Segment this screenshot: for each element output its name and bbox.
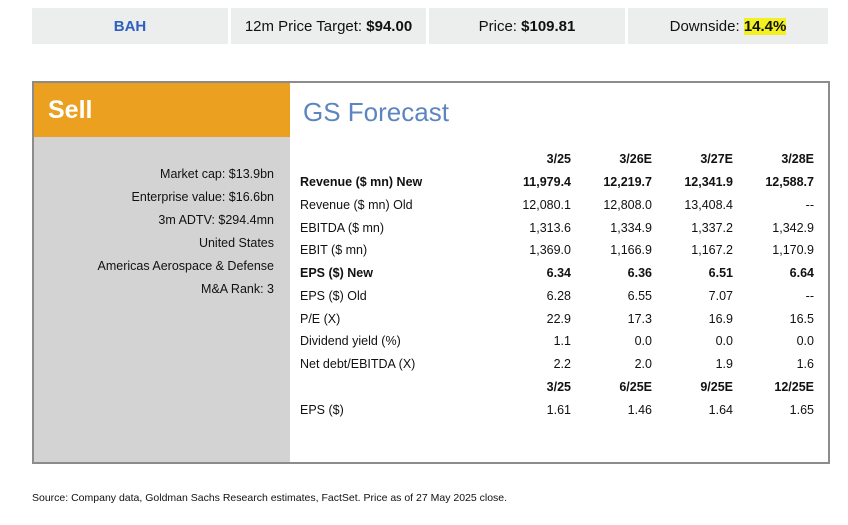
price-label: Price: xyxy=(478,17,517,35)
row-label: EBITDA ($ mn) xyxy=(300,220,385,235)
company-info-panel: Sell Market cap: $13.9bn Enterprise valu… xyxy=(34,83,290,462)
table-cell: 6.64 xyxy=(789,266,814,281)
table-cell: 12,808.0 xyxy=(603,197,652,212)
price-value: $109.81 xyxy=(521,17,576,35)
market-cap: Market cap: $13.9bn xyxy=(160,167,274,181)
ticker-cell: BAH xyxy=(32,8,228,44)
column-header: 3/25 xyxy=(546,379,571,394)
row-label: EPS ($) Old xyxy=(300,288,367,303)
table-cell: 2.2 xyxy=(553,357,571,372)
table-cell: 1.6 xyxy=(796,357,814,372)
table-row: EPS ($) 1.61 1.46 1.64 1.65 xyxy=(300,398,814,421)
table-cell: -- xyxy=(805,288,814,303)
table-cell: 1,167.2 xyxy=(691,243,733,258)
row-label: P/E (X) xyxy=(300,311,341,326)
table-cell: 6.55 xyxy=(627,288,652,303)
price-summary-bar: BAH 12m Price Target: $94.00 Price: $109… xyxy=(32,8,828,44)
table-row: EPS ($) New 6.34 6.36 6.51 6.64 xyxy=(300,262,814,285)
row-label: EPS ($) xyxy=(300,402,344,417)
column-header: 9/25E xyxy=(700,379,733,394)
table-cell: 6.36 xyxy=(627,266,652,281)
table-cell: 11,979.4 xyxy=(523,175,571,190)
table-row: P/E (X) 22.9 17.3 16.9 16.5 xyxy=(300,307,814,330)
sector: Americas Aerospace & Defense xyxy=(97,259,274,273)
table-cell: 6.34 xyxy=(546,266,571,281)
table-cell: 1.61 xyxy=(546,402,571,417)
quarter-header-row: 3/25 6/25E 9/25E 12/25E xyxy=(300,376,814,399)
enterprise-value: Enterprise value: $16.6bn xyxy=(131,190,274,204)
column-header: 3/26E xyxy=(619,152,652,167)
row-label: EPS ($) New xyxy=(300,266,373,281)
downside-label: Downside: xyxy=(669,17,740,35)
table-row: EBITDA ($ mn) 1,313.6 1,334.9 1,337.2 1,… xyxy=(300,216,814,239)
downside-cell: Downside: 14.4% xyxy=(628,8,828,44)
forecast-panel: GS Forecast 3/25 3/26E 3/27E 3/28E Reven… xyxy=(290,83,828,462)
forecast-heading: GS Forecast xyxy=(303,97,449,127)
table-cell: 1.9 xyxy=(715,357,733,372)
table-cell: 1.46 xyxy=(627,402,652,417)
column-header: 12/25E xyxy=(774,379,814,394)
table-row: Revenue ($ mn) New 11,979.4 12,219.7 12,… xyxy=(300,171,814,194)
table-cell: 12,341.9 xyxy=(684,175,733,190)
annual-header-row: 3/25 3/26E 3/27E 3/28E xyxy=(300,148,814,171)
table-cell: 1,337.2 xyxy=(691,220,733,235)
table-cell: 17.3 xyxy=(627,311,652,326)
table-cell: 1,369.0 xyxy=(529,243,571,258)
table-row: EBIT ($ mn) 1,369.0 1,166.9 1,167.2 1,17… xyxy=(300,239,814,262)
row-label: Revenue ($ mn) Old xyxy=(300,197,413,212)
table-cell: 1,342.9 xyxy=(772,220,814,235)
row-label: EBIT ($ mn) xyxy=(300,243,368,258)
column-header: 3/25 xyxy=(546,152,571,167)
table-cell: 16.5 xyxy=(789,311,814,326)
adtv: 3m ADTV: $294.4mn xyxy=(158,213,274,227)
company-meta: Market cap: $13.9bn Enterprise value: $1… xyxy=(34,163,290,301)
forecast-card: Sell Market cap: $13.9bn Enterprise valu… xyxy=(32,81,830,464)
table-cell: 1.64 xyxy=(708,402,733,417)
price-cell: Price: $109.81 xyxy=(429,8,625,44)
table-cell: 7.07 xyxy=(708,288,733,303)
price-target-value: $94.00 xyxy=(366,17,413,35)
table-cell: 12,588.7 xyxy=(765,175,814,190)
table-cell: 0.0 xyxy=(796,334,814,349)
table-cell: -- xyxy=(805,197,814,212)
table-cell: 2.0 xyxy=(634,357,652,372)
table-row: Net debt/EBITDA (X) 2.2 2.0 1.9 1.6 xyxy=(300,353,814,376)
table-cell: 1,334.9 xyxy=(610,220,652,235)
table-cell: 12,080.1 xyxy=(522,197,571,212)
table-cell: 6.28 xyxy=(546,288,571,303)
column-header: 3/27E xyxy=(700,152,733,167)
header-spacer xyxy=(300,376,490,399)
table-cell: 1.1 xyxy=(553,334,571,349)
row-label: Dividend yield (%) xyxy=(300,334,401,349)
source-note: Source: Company data, Goldman Sachs Rese… xyxy=(32,492,508,504)
header-spacer xyxy=(300,148,490,171)
table-cell: 16.9 xyxy=(708,311,733,326)
ticker-symbol[interactable]: BAH xyxy=(114,18,147,35)
table-cell: 22.9 xyxy=(546,311,571,326)
country: United States xyxy=(198,236,274,250)
table-cell: 1,313.6 xyxy=(529,220,571,235)
forecast-table: 3/25 3/26E 3/27E 3/28E Revenue ($ mn) Ne… xyxy=(300,148,814,421)
table-row: Revenue ($ mn) Old 12,080.1 12,808.0 13,… xyxy=(300,194,814,217)
table-cell: 13,408.4 xyxy=(684,197,733,212)
table-cell: 0.0 xyxy=(715,334,733,349)
table-cell: 0.0 xyxy=(634,334,652,349)
table-row: Dividend yield (%) 1.1 0.0 0.0 0.0 xyxy=(300,330,814,353)
table-cell: 6.51 xyxy=(708,266,733,281)
row-label: Revenue ($ mn) New xyxy=(300,175,423,190)
price-target-label: 12m Price Target: xyxy=(244,17,363,35)
table-cell: 1.65 xyxy=(789,402,814,417)
row-label: Net debt/EBITDA (X) xyxy=(300,357,416,372)
table-cell: 1,166.9 xyxy=(610,243,652,258)
downside-value: 14.4% xyxy=(743,17,787,35)
column-header: 3/28E xyxy=(781,152,814,167)
table-cell: 12,219.7 xyxy=(603,175,652,190)
column-header: 6/25E xyxy=(619,379,652,394)
table-row: EPS ($) Old 6.28 6.55 7.07 -- xyxy=(300,285,814,308)
price-target-cell: 12m Price Target: $94.00 xyxy=(231,8,426,44)
ma-rank: M&A Rank: 3 xyxy=(201,282,274,296)
table-cell: 1,170.9 xyxy=(772,243,814,258)
rating-badge: Sell xyxy=(34,83,290,137)
